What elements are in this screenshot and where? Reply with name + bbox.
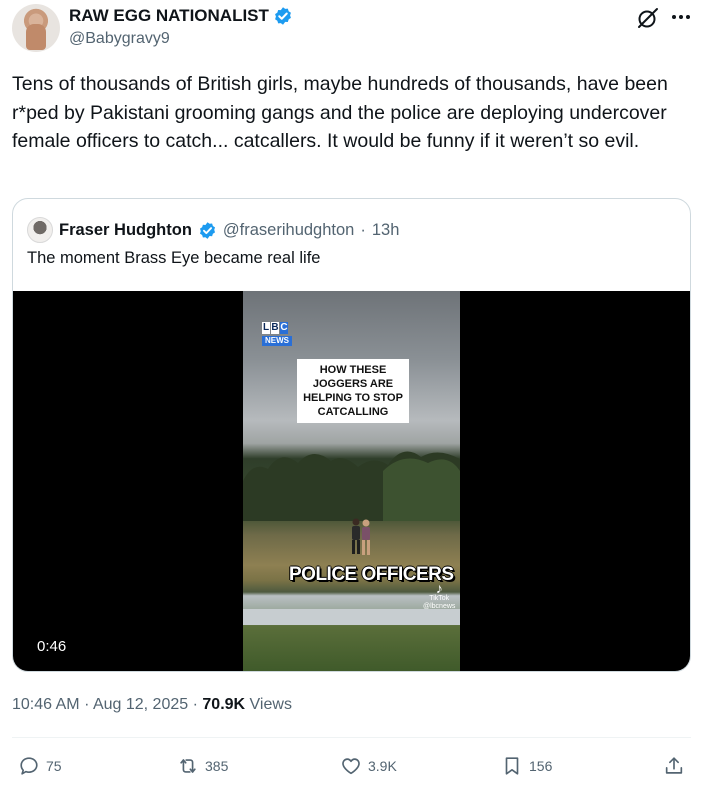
- water-strip: [243, 609, 460, 625]
- author-handle[interactable]: @Babygravy9: [69, 30, 170, 48]
- verified-badge-icon: [199, 221, 215, 239]
- author-avatar[interactable]: [12, 4, 60, 52]
- quoted-separator: ·: [360, 220, 366, 239]
- bookmark-button[interactable]: 156: [501, 755, 552, 777]
- meta-separator: ·: [84, 696, 90, 713]
- tree-line: [243, 451, 460, 521]
- video-player[interactable]: L B C NEWS HOW THESE JOGGERS ARE HELPING…: [13, 291, 690, 671]
- quoted-author-avatar: [27, 217, 53, 243]
- tweet-time[interactable]: 10:46 AM: [12, 696, 80, 713]
- author-display-name[interactable]: RAW EGG NATIONALIST: [69, 6, 269, 26]
- meta-separator: ·: [192, 696, 198, 713]
- quoted-tweet-text: The moment Brass Eye became real life: [27, 249, 321, 267]
- tiktok-handle: @lbcnews: [423, 603, 456, 610]
- share-button[interactable]: [663, 755, 685, 777]
- bookmark-count: 156: [529, 758, 553, 774]
- author-name-row: RAW EGG NATIONALIST: [69, 6, 293, 26]
- heart-icon: [342, 758, 360, 775]
- reply-button[interactable]: 75: [18, 755, 62, 777]
- quoted-author-handle: @fraserihudghton: [222, 220, 355, 239]
- tweet-text: Tens of thousands of British girls, mayb…: [12, 73, 668, 152]
- repost-button[interactable]: 385: [177, 755, 228, 777]
- logo-letter: L: [262, 322, 270, 334]
- joggers-figure: [352, 518, 370, 555]
- repost-count: 385: [205, 758, 229, 774]
- logo-letter: C: [280, 322, 288, 334]
- reply-icon: [20, 757, 38, 775]
- quoted-author-name: Fraser Hudghton: [59, 220, 192, 239]
- views-label: Views: [249, 696, 292, 713]
- share-icon: [665, 757, 683, 774]
- reply-count: 75: [46, 758, 62, 774]
- more-icon[interactable]: [668, 4, 694, 30]
- quoted-time: 13h: [371, 220, 400, 239]
- lbc-news-logo: L B C NEWS: [262, 322, 292, 346]
- divider: [12, 737, 691, 738]
- quoted-tweet-card[interactable]: Fraser Hudghton @fraserihudghton · 13h T…: [12, 198, 691, 672]
- action-bar: 75 385 3.9K 156: [0, 755, 707, 781]
- avatar-figure: [26, 24, 46, 50]
- like-button[interactable]: 3.9K: [340, 755, 397, 777]
- tiktok-brand: TikTok: [429, 595, 450, 602]
- logo-sub: NEWS: [262, 336, 292, 346]
- tiktok-watermark: ♪ TikTok @lbcnews: [423, 581, 455, 611]
- video-frame: L B C NEWS HOW THESE JOGGERS ARE HELPING…: [243, 291, 460, 671]
- repost-icon: [180, 759, 196, 773]
- tweet-date[interactable]: Aug 12, 2025: [93, 696, 188, 713]
- views-count: 70.9K: [202, 696, 246, 713]
- bookmark-icon: [505, 757, 519, 775]
- quoted-tweet-header: Fraser Hudghton @fraserihudghton · 13h: [27, 217, 399, 243]
- tweet-meta: 10:46 AM · Aug 12, 2025 · 70.9K Views: [12, 696, 292, 714]
- video-duration: 0:46: [37, 638, 67, 655]
- logo-letter: B: [271, 322, 279, 334]
- grok-icon[interactable]: [636, 6, 660, 30]
- tiktok-icon: ♪: [435, 580, 443, 596]
- video-caption: HOW THESE JOGGERS ARE HELPING TO STOP CA…: [297, 359, 409, 423]
- verified-badge-icon: [274, 7, 291, 25]
- like-count: 3.9K: [368, 758, 397, 774]
